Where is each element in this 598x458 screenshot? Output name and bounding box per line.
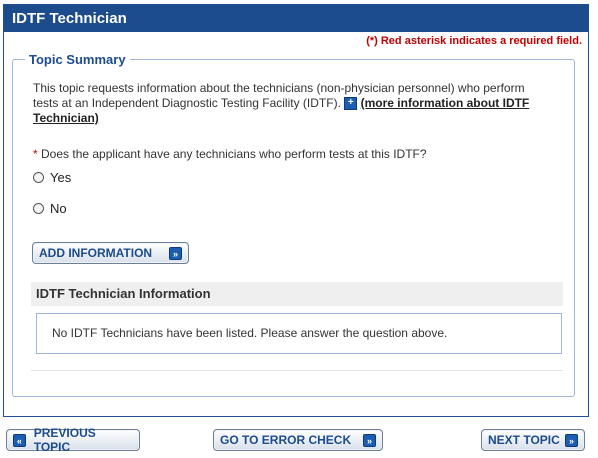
- radio-no-icon[interactable]: [33, 203, 44, 214]
- chevron-left-icon: «: [13, 433, 26, 447]
- error-check-label: GO TO ERROR CHECK: [220, 433, 352, 447]
- go-to-error-check-button[interactable]: GO TO ERROR CHECK »: [213, 429, 383, 451]
- add-information-button[interactable]: ADD INFORMATION »: [32, 242, 189, 264]
- section-divider: [31, 370, 563, 371]
- chevron-right-icon: »: [169, 246, 182, 260]
- topic-summary-legend: Topic Summary: [29, 52, 126, 67]
- previous-topic-button[interactable]: « PREVIOUS TOPIC: [6, 426, 140, 454]
- topic-intro: This topic requests information about th…: [33, 81, 553, 126]
- radio-yes-icon[interactable]: [33, 172, 44, 183]
- next-topic-button[interactable]: NEXT TOPIC »: [481, 429, 585, 451]
- previous-topic-label: PREVIOUS TOPIC: [33, 426, 96, 454]
- expand-plus-icon[interactable]: +: [344, 97, 358, 110]
- question-text: Does the applicant have any technicians …: [41, 147, 427, 161]
- required-asterisk: *: [33, 147, 38, 161]
- chevron-right-icon: »: [363, 433, 376, 447]
- technician-info-header: IDTF Technician Information: [31, 282, 563, 306]
- required-field-note: (*) Red asterisk indicates a required fi…: [366, 35, 582, 47]
- chevron-right-icon: »: [565, 433, 578, 447]
- add-information-label: ADD INFORMATION: [39, 246, 153, 260]
- radio-option-no[interactable]: No: [33, 201, 67, 216]
- radio-option-yes[interactable]: Yes: [33, 170, 71, 185]
- panel-title: IDTF Technician: [4, 5, 588, 32]
- technician-empty-message: No IDTF Technicians have been listed. Pl…: [36, 313, 562, 354]
- next-topic-label: NEXT TOPIC: [488, 433, 560, 447]
- radio-no-label[interactable]: No: [50, 201, 67, 216]
- technician-question: * Does the applicant have any technician…: [33, 147, 427, 161]
- radio-yes-label[interactable]: Yes: [50, 170, 71, 185]
